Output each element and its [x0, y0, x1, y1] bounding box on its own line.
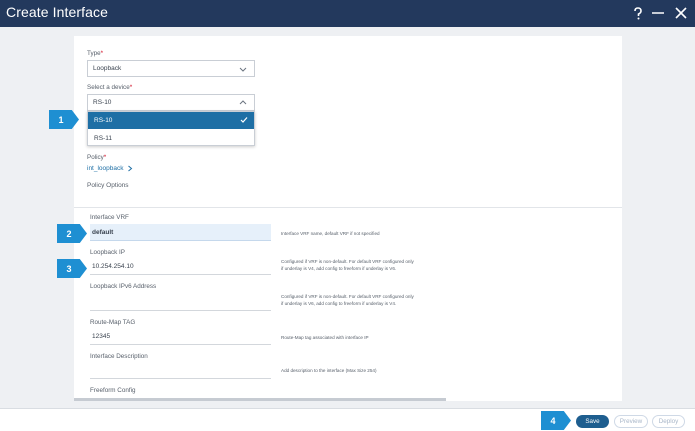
device-option-rs-10[interactable]: RS-10	[88, 112, 254, 129]
loopback-ipv6-help: Configured if VRF is non-default. For de…	[281, 293, 431, 307]
help-line: if underlay is V4, add config to freefor…	[281, 266, 397, 271]
close-icon[interactable]	[673, 3, 689, 23]
loopback-ipv6-input[interactable]	[90, 294, 271, 311]
window-title: Create Interface	[6, 4, 108, 20]
freeform-config-label: Freeform Config	[90, 387, 136, 394]
interface-description-input[interactable]	[90, 362, 271, 379]
policy-link[interactable]: int_loopback	[87, 165, 133, 172]
device-select-value: RS-10	[93, 99, 112, 106]
interface-description-label: Interface Description	[90, 353, 148, 360]
save-button[interactable]: Save	[576, 415, 609, 428]
section-divider	[74, 207, 622, 208]
chevron-right-icon	[127, 165, 132, 172]
loopback-ip-label: Loopback IP	[90, 249, 126, 256]
device-label: Select a device*	[87, 84, 133, 91]
policy-options-label: Policy Options	[87, 182, 129, 189]
type-select-value: Loopback	[93, 65, 122, 72]
chevron-down-icon	[239, 67, 247, 72]
deploy-button[interactable]: Deploy	[652, 415, 685, 428]
preview-button[interactable]: Preview	[614, 415, 648, 428]
question-mark-icon[interactable]	[630, 3, 646, 23]
route-map-tag-label: Route-Map TAG	[90, 319, 136, 326]
device-dropdown-menu: RS-10 RS-11	[87, 111, 255, 146]
device-option-label: RS-10	[94, 117, 113, 124]
interface-vrf-label: Interface VRF	[90, 214, 129, 221]
device-option-label: RS-11	[94, 135, 112, 142]
loopback-ip-help: Configured if VRF is non-default. For de…	[281, 258, 431, 272]
device-select[interactable]: RS-10	[87, 94, 255, 111]
policy-value: int_loopback	[87, 165, 124, 172]
loopback-ip-input[interactable]: 10.254.254.10	[90, 258, 271, 275]
help-line: Configured if VRF is non-default. For de…	[281, 259, 414, 264]
route-map-tag-input[interactable]: 12345	[90, 328, 271, 345]
horizontal-scrollbar[interactable]	[74, 398, 446, 401]
interface-vrf-input[interactable]: default	[90, 224, 271, 241]
form-panel: Type* Loopback Select a device* RS-10 RS…	[74, 36, 622, 401]
chevron-up-icon	[239, 100, 247, 105]
footer-bar: 4 Save Preview Deploy	[0, 408, 695, 431]
callout-4: 4	[541, 411, 571, 430]
minimize-icon[interactable]	[650, 3, 666, 23]
type-select[interactable]: Loopback	[87, 60, 255, 77]
interface-description-help: Add description to the interface (Max Si…	[281, 368, 377, 373]
help-line: Configured if VRF is non-default. For de…	[281, 294, 414, 299]
route-map-tag-help: Route-Map tag associated with interface …	[281, 335, 369, 340]
help-line: if underlay is V6, add config to freefor…	[281, 301, 397, 306]
page-body: Type* Loopback Select a device* RS-10 RS…	[0, 27, 695, 408]
checkmark-icon	[240, 117, 248, 123]
policy-label: Policy*	[87, 154, 107, 161]
type-label: Type*	[87, 50, 104, 57]
loopback-ipv6-label: Loopback IPv6 Address	[90, 283, 157, 290]
device-option-rs-11[interactable]: RS-11	[88, 130, 254, 147]
title-bar: Create Interface	[0, 0, 695, 27]
interface-vrf-help: Interface VRF name, default VRF if not s…	[281, 231, 380, 236]
